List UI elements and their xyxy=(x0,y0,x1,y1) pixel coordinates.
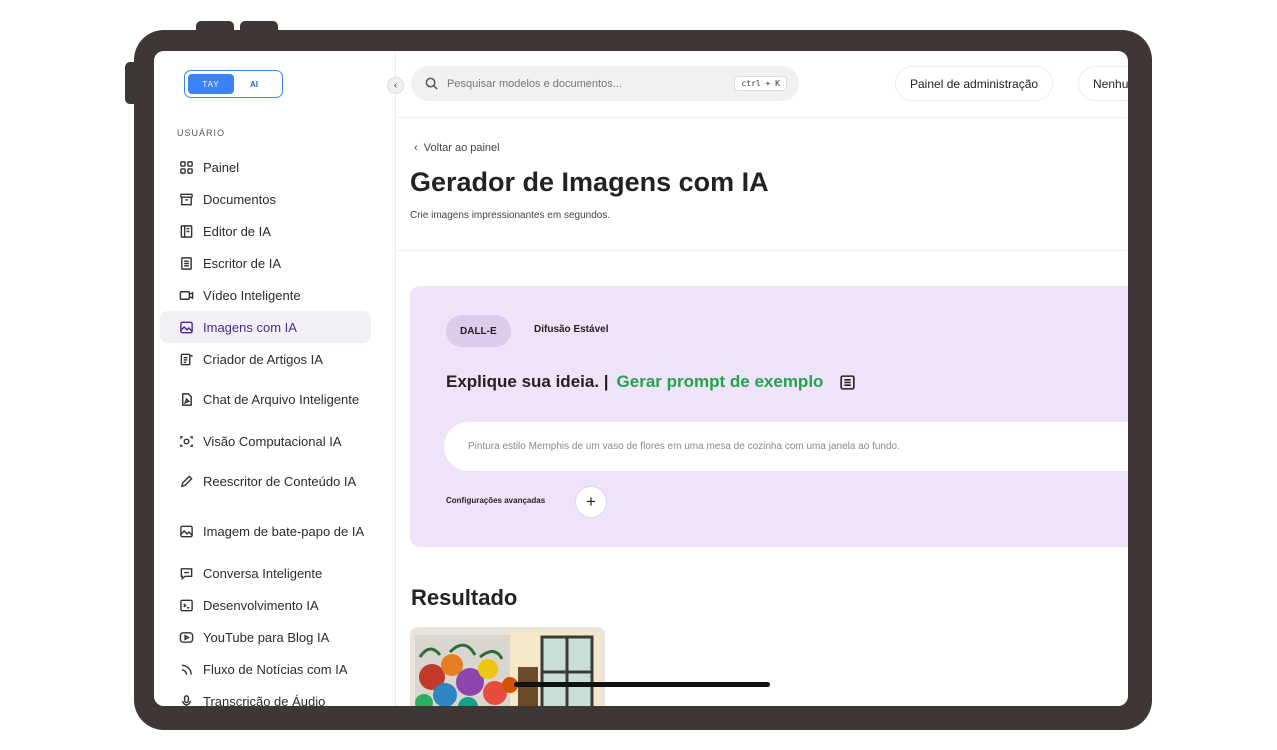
search-icon xyxy=(425,77,438,90)
sidebar-item-label: Imagem de bate-papo de IA xyxy=(203,523,365,539)
rss-icon xyxy=(178,661,194,677)
sidebar-collapse-button[interactable]: ‹ xyxy=(387,77,404,94)
sidebar-item-label: Desenvolvimento IA xyxy=(203,597,319,613)
sidebar-item-label: Imagens com IA xyxy=(203,319,297,335)
tab-stable-diffusion[interactable]: Difusão Estável xyxy=(534,324,608,335)
sidebar-item-imagem-bate-papo[interactable]: Imagem de bate-papo de IA xyxy=(160,512,371,550)
sidebar-item-reescritor[interactable]: Reescritor de Conteúdo IA xyxy=(160,462,371,500)
advanced-settings-label: Configurações avançadas xyxy=(446,496,546,505)
search-input[interactable]: Pesquisar modelos e documentos... ctrl +… xyxy=(411,66,799,101)
prompt-input[interactable]: Pintura estilo Memphis de um vaso de flo… xyxy=(444,422,1128,471)
archive-icon xyxy=(178,191,194,207)
sidebar-item-label: Transcrição de Áudio xyxy=(203,693,326,707)
sidebar-item-label: Criador de Artigos IA xyxy=(203,351,323,367)
tablet-screen: TAY AI USUÁRIO Painel Documentos Editor … xyxy=(154,51,1128,706)
grid-icon xyxy=(178,159,194,175)
terminal-icon xyxy=(178,597,194,613)
message-icon xyxy=(178,565,194,581)
idea-label: Explique sua ideia. | xyxy=(446,372,609,391)
logo-left: TAY xyxy=(188,74,234,94)
chevron-left-icon: ‹ xyxy=(393,80,398,91)
chevron-left-icon: ‹ xyxy=(414,142,424,154)
sidebar-item-desenvolvimento[interactable]: Desenvolvimento IA xyxy=(160,592,371,618)
document-icon[interactable] xyxy=(839,374,856,391)
result-title: Resultado xyxy=(411,585,518,610)
sidebar-item-documentos[interactable]: Documentos xyxy=(160,186,371,212)
video-icon xyxy=(178,287,194,303)
page-subtitle: Crie imagens impressionantes em segundos… xyxy=(410,210,611,221)
sidebar: TAY AI USUÁRIO Painel Documentos Editor … xyxy=(154,51,396,706)
generate-example-link[interactable]: Gerar prompt de exemplo xyxy=(617,372,824,392)
search-shortcut-badge: ctrl + K xyxy=(734,76,787,91)
advanced-settings-toggle[interactable]: + xyxy=(575,486,607,518)
article-icon xyxy=(178,351,194,367)
pencil-icon xyxy=(178,473,194,489)
sidebar-item-artigos[interactable]: Criador de Artigos IA xyxy=(160,346,371,372)
idea-heading: Explique sua ideia. | Gerar prompt de ex… xyxy=(446,372,856,392)
sidebar-item-label: Reescritor de Conteúdo IA xyxy=(203,473,357,489)
sidebar-item-label: YouTube para Blog IA xyxy=(203,629,330,645)
topbar-next-button[interactable]: Nenhu xyxy=(1078,66,1128,101)
sidebar-item-label: Painel xyxy=(203,159,240,175)
scan-eye-icon xyxy=(178,433,194,449)
logo-right: AI xyxy=(250,79,258,89)
page-title: Gerador de Imagens com IA xyxy=(410,167,769,197)
sidebar-item-label: Escritor de IA xyxy=(203,255,282,271)
admin-panel-button[interactable]: Painel de administração xyxy=(895,66,1054,101)
sidebar-item-conversa[interactable]: Conversa Inteligente xyxy=(160,560,371,586)
flower-vase-image xyxy=(410,627,605,706)
sidebar-item-label: Vídeo Inteligente xyxy=(203,287,301,303)
sidebar-item-youtube[interactable]: YouTube para Blog IA xyxy=(160,624,371,650)
search-placeholder: Pesquisar modelos e documentos... xyxy=(447,77,622,90)
back-link-label: Voltar ao painel xyxy=(423,142,500,154)
microphone-icon xyxy=(178,693,194,706)
file-chat-icon xyxy=(178,391,194,407)
document-text-icon xyxy=(178,255,194,271)
back-link[interactable]: ‹ Voltar ao painel xyxy=(414,142,500,154)
divider xyxy=(397,250,1128,251)
sidebar-item-label: Editor de IA xyxy=(203,223,271,239)
sidebar-section-title: USUÁRIO xyxy=(177,128,226,138)
app-logo[interactable]: TAY AI xyxy=(184,70,283,98)
editor-icon xyxy=(178,223,194,239)
sidebar-item-noticias[interactable]: Fluxo de Notícias com IA xyxy=(160,656,371,682)
home-indicator xyxy=(514,682,770,687)
sidebar-item-video[interactable]: Vídeo Inteligente xyxy=(160,282,371,308)
sidebar-item-label: Visão Computacional IA xyxy=(203,433,342,449)
sidebar-item-transcricao[interactable]: Transcrição de Áudio xyxy=(160,688,371,706)
main-content: ‹ Voltar ao painel Gerador de Imagens co… xyxy=(397,118,1128,706)
sidebar-item-label: Documentos xyxy=(203,191,276,207)
tab-dalle[interactable]: DALL-E xyxy=(446,315,511,347)
sidebar-item-visao[interactable]: Visão Computacional IA xyxy=(160,428,371,454)
sidebar-item-imagens[interactable]: Imagens com IA xyxy=(160,311,371,343)
sidebar-item-editor[interactable]: Editor de IA xyxy=(160,218,371,244)
top-bar: Pesquisar modelos e documentos... ctrl +… xyxy=(397,51,1128,118)
generator-card: DALL-E Difusão Estável Explique sua idei… xyxy=(410,286,1128,547)
result-image-thumbnail[interactable] xyxy=(410,627,605,706)
image-chat-icon xyxy=(178,523,194,539)
sidebar-item-label: Chat de Arquivo Inteligente xyxy=(203,391,360,407)
sidebar-item-painel[interactable]: Painel xyxy=(160,154,371,180)
plus-icon: + xyxy=(586,492,596,511)
sidebar-item-escritor[interactable]: Escritor de IA xyxy=(160,250,371,276)
image-icon xyxy=(178,319,194,335)
sidebar-item-chat-arquivo[interactable]: Chat de Arquivo Inteligente xyxy=(160,380,371,418)
youtube-icon xyxy=(178,629,194,645)
sidebar-item-label: Fluxo de Notícias com IA xyxy=(203,661,348,677)
sidebar-item-label: Conversa Inteligente xyxy=(203,565,323,581)
